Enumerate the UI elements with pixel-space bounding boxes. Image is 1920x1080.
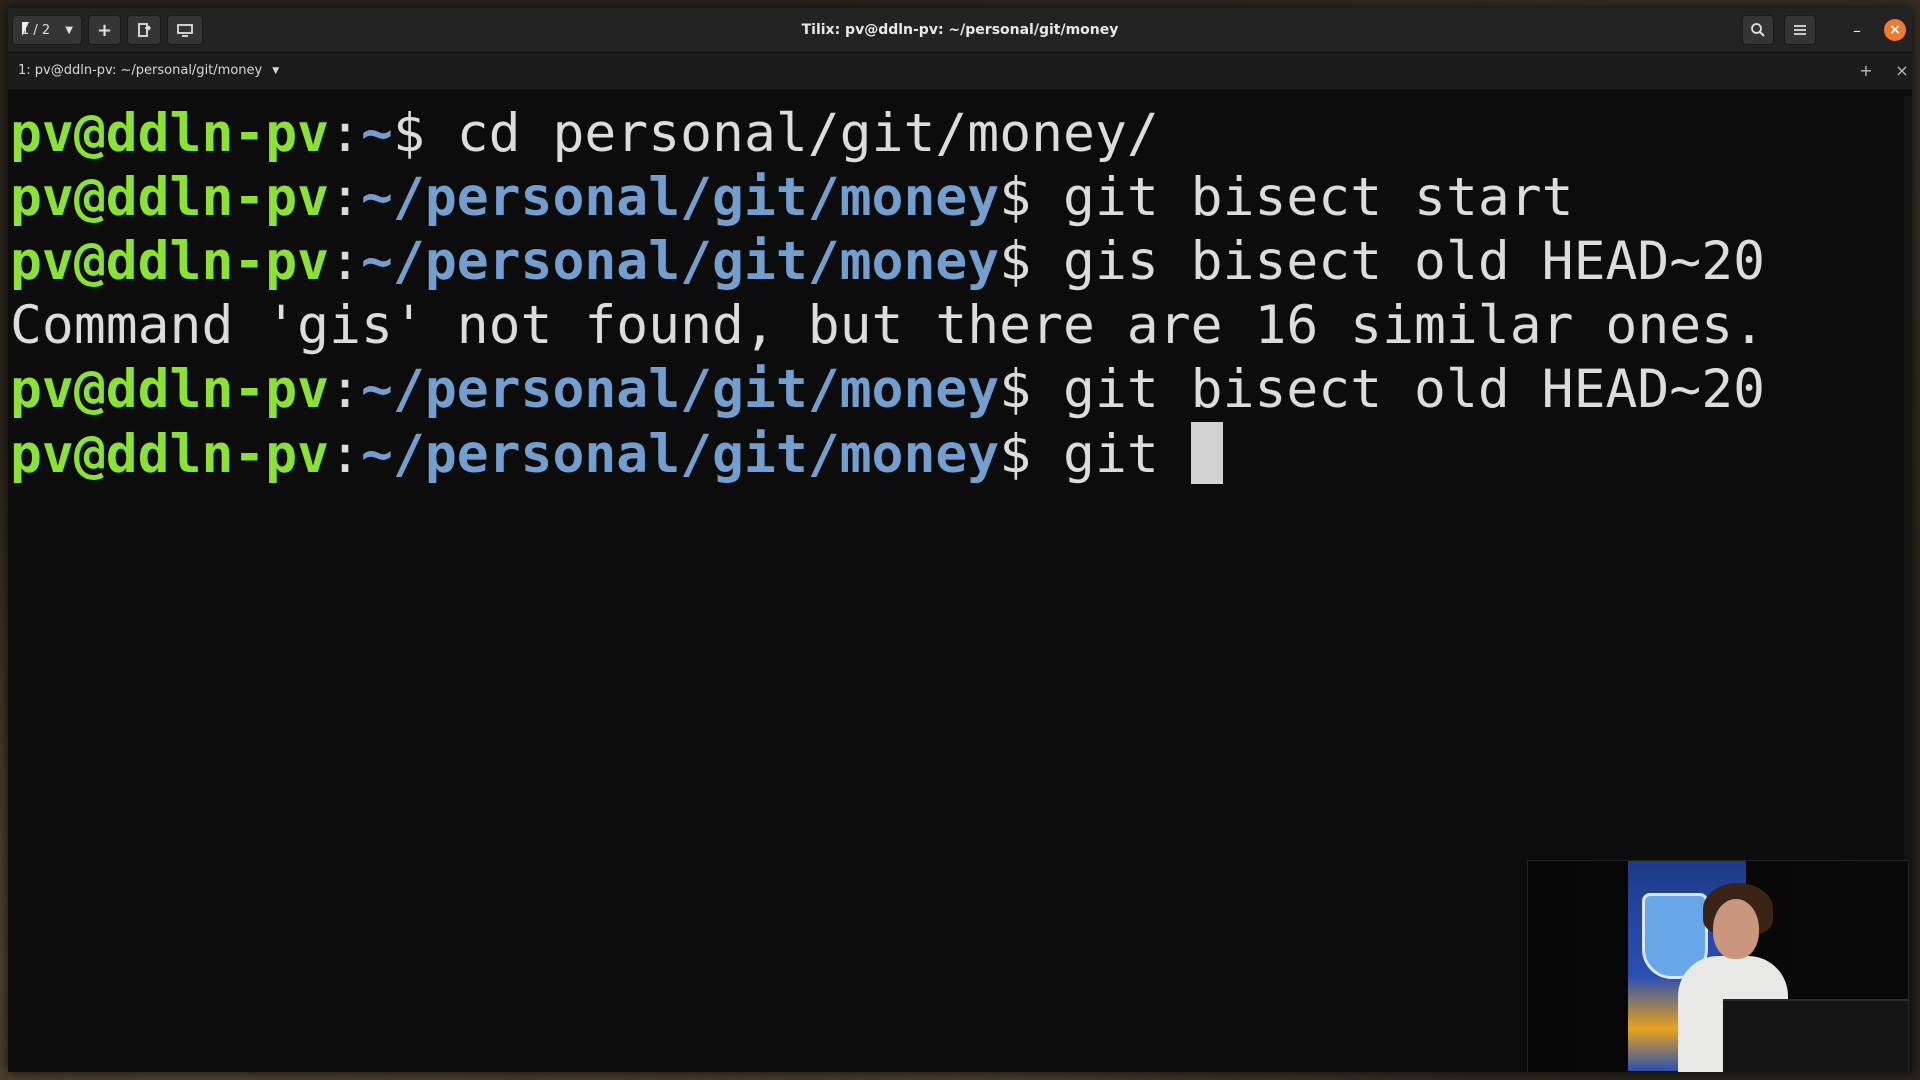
prompt-path: ~ <box>361 103 393 164</box>
plus-icon: + <box>1859 61 1873 80</box>
minimize-button[interactable]: – <box>1846 19 1868 41</box>
mouse-pointer-icon <box>22 22 29 36</box>
prompt-symbol: $ <box>999 424 1032 485</box>
sessions-sidebar-button[interactable] <box>167 15 204 45</box>
prompt-path: ~/personal/git/money <box>361 424 1000 485</box>
terminal-tab[interactable]: 1: pv@ddln-pv: ~/personal/git/money ▼ <box>18 53 279 89</box>
prompt-symbol: $ <box>999 359 1032 420</box>
search-button[interactable] <box>1742 15 1774 45</box>
title-bar-left-controls: 1 / 2 ▼ + <box>12 15 204 45</box>
hamburger-menu-icon <box>1794 25 1806 35</box>
command-text: cd personal/git/money/ <box>424 103 1159 164</box>
tab-close-button[interactable]: × <box>1892 53 1912 89</box>
prompt-path: ~/personal/git/money <box>361 167 1000 228</box>
window-title: Tilix: pv@ddln-pv: ~/personal/git/money <box>801 22 1119 38</box>
sessions-sidebar-icon <box>177 24 193 37</box>
plus-icon: + <box>97 19 113 41</box>
search-icon <box>1751 23 1765 37</box>
prompt-user: pv@ddln-pv <box>10 167 330 228</box>
prompt-separator: : <box>329 231 362 292</box>
split-terminal-button[interactable] <box>127 15 162 45</box>
chevron-down-icon: ▼ <box>65 24 73 36</box>
podium <box>1723 999 1908 1072</box>
command-text: git bisect start <box>1031 167 1574 228</box>
terminal-prompt-line: pv@ddln-pv:~/personal/git/money$ git bis… <box>10 166 1910 230</box>
text-cursor <box>1190 422 1223 484</box>
prompt-separator: : <box>329 167 362 228</box>
prompt-user: pv@ddln-pv <box>10 424 330 485</box>
prompt-user: pv@ddln-pv <box>10 231 330 292</box>
prompt-separator: : <box>329 424 362 485</box>
prompt-path: ~/personal/git/money <box>361 231 1000 292</box>
terminal-prompt-line: pv@ddln-pv:~/personal/git/money$ git bis… <box>10 358 1910 422</box>
command-text: gis bisect old HEAD~20 <box>1031 231 1766 292</box>
command-text: git <box>1031 424 1191 485</box>
prompt-separator: : <box>329 103 362 164</box>
title-bar: 1 / 2 ▼ + Tilix: pv@ddln-pv: ~/personal/… <box>8 8 1912 53</box>
prompt-user: pv@ddln-pv <box>10 103 330 164</box>
add-terminal-button[interactable]: + <box>88 15 122 45</box>
speaker-head <box>1713 899 1759 959</box>
terminal-tab-bar: 1: pv@ddln-pv: ~/personal/git/money ▼ + … <box>8 53 1912 90</box>
terminal-output-line: Command 'gis' not found, but there are 1… <box>10 294 1910 358</box>
terminal-tab-label: 1: pv@ddln-pv: ~/personal/git/money <box>18 63 263 78</box>
terminal-prompt-line: pv@ddln-pv:~$ cd personal/git/money/ <box>10 102 1910 166</box>
prompt-symbol: $ <box>999 167 1032 228</box>
title-bar-right-controls <box>1742 15 1816 45</box>
prompt-separator: : <box>329 359 362 420</box>
close-icon: × <box>1889 22 1901 38</box>
prompt-symbol: $ <box>392 103 425 164</box>
chevron-down-icon[interactable]: ▼ <box>272 53 279 89</box>
terminal-prompt-line: pv@ddln-pv:~/personal/git/money$ git <box>10 422 1910 486</box>
prompt-symbol: $ <box>999 231 1032 292</box>
menu-button[interactable] <box>1784 15 1816 45</box>
terminal-prompt-line: pv@ddln-pv:~/personal/git/money$ gis bis… <box>10 230 1910 294</box>
output-text: Command 'gis' not found, but there are 1… <box>10 295 1765 356</box>
close-window-button[interactable]: × <box>1884 19 1906 41</box>
prompt-user: pv@ddln-pv <box>10 359 330 420</box>
prompt-path: ~/personal/git/money <box>361 359 1000 420</box>
terminal-window: 1 / 2 ▼ + Tilix: pv@ddln-pv: ~/personal/… <box>8 8 1912 1072</box>
speaker-webcam-overlay <box>1527 860 1909 1072</box>
tab-add-button[interactable]: + <box>1856 53 1876 89</box>
close-icon: × <box>1895 61 1909 80</box>
command-text: git bisect old HEAD~20 <box>1031 359 1766 420</box>
minimize-icon: – <box>1853 20 1861 40</box>
split-terminal-icon <box>138 23 152 37</box>
